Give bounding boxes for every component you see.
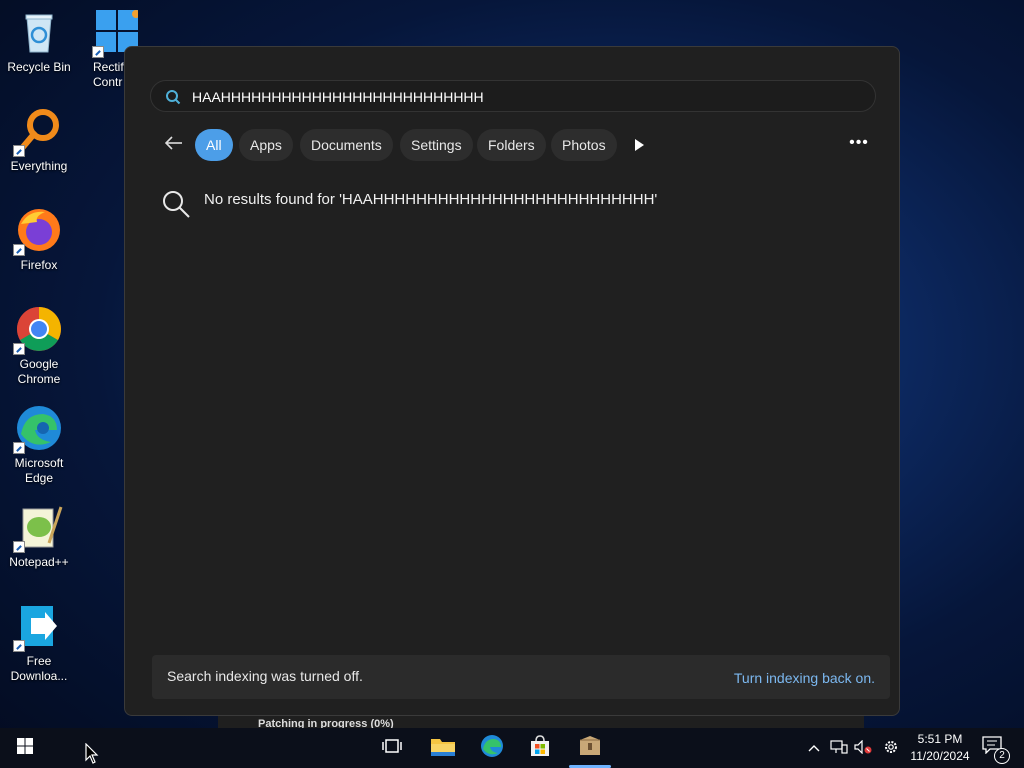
shortcut-arrow-icon [13,244,25,256]
desktop-icon-label: Free Downloa... [10,654,68,683]
firefox-icon [13,206,63,256]
filter-chip-photos[interactable]: Photos [551,129,617,161]
network-button[interactable] [828,728,850,768]
shortcut-arrow-icon [13,640,25,652]
turn-indexing-on-link[interactable]: Turn indexing back on. [734,670,875,686]
mouse-pointer-icon [85,742,99,768]
network-icon [830,739,848,757]
desktop-icon-label: Recycle Bin [7,60,71,74]
file-explorer-icon [430,735,456,762]
notepadpp-icon [13,503,63,553]
filter-chip-all[interactable]: All [195,129,233,161]
edge-taskbar-button[interactable] [475,728,509,768]
filter-chip-apps[interactable]: Apps [239,129,293,161]
background-window-text: Patching in progress (0%) [258,718,394,728]
edge-icon [13,404,63,454]
more-filters-arrow-icon[interactable] [635,139,644,151]
free-download-manager-icon [13,602,63,652]
desktop-icon-free-download-manager[interactable]: Free Downloa... [0,602,78,684]
settings-tray-button[interactable] [880,728,902,768]
package-installer-icon [578,735,602,762]
desktop-icon-firefox[interactable]: Firefox [0,206,78,273]
microsoft-store-icon [529,734,551,762]
filter-chip-documents[interactable]: Documents [300,129,393,161]
no-results-text: No results found for 'HAAHHHHHHHHHHHHHHH… [204,191,658,208]
chevron-up-icon [808,741,820,755]
desktop-icon-edge[interactable]: Microsoft Edge [0,404,78,486]
filter-chip-settings[interactable]: Settings [400,129,473,161]
indexing-message: Search indexing was turned off. [167,668,363,684]
chrome-icon [13,305,63,355]
desktop-icon-label: Everything [10,159,68,173]
desktop-icon-label: Notepad++ [9,555,69,569]
desktop-icon-label: Firefox [20,258,58,272]
file-explorer-button[interactable] [426,728,460,768]
search-box[interactable] [150,80,876,112]
desktop-icon-everything[interactable]: Everything [0,107,78,174]
desktop-icon-notepadpp[interactable]: Notepad++ [0,503,78,570]
gear-icon [883,739,899,758]
desktop-icon-recycle-bin[interactable]: Recycle Bin [0,8,78,75]
shortcut-arrow-icon [13,145,25,157]
package-installer-button[interactable] [572,728,608,768]
start-button[interactable] [8,728,42,768]
more-options-icon[interactable]: ••• [844,129,874,161]
arrow-left-icon [164,135,183,155]
background-window-partial: Patching in progress (0%) [218,716,864,728]
indexing-notice: Search indexing was turned off. Turn ind… [152,655,890,699]
clock-time: 5:51 PM [917,732,963,746]
volume-button[interactable] [852,728,874,768]
notification-count-badge: 2 [994,748,1010,764]
search-input[interactable] [192,85,852,109]
desktop-icon-chrome[interactable]: Google Chrome [0,305,78,387]
clock-date: 11/20/2024 [910,749,970,763]
task-view-button[interactable] [376,728,408,768]
show-hidden-icons-button[interactable] [804,728,824,768]
microsoft-store-button[interactable] [523,728,557,768]
windows-logo-icon [17,737,33,759]
notification-center-button[interactable]: 2 [982,736,1010,764]
search-panel: All Apps Documents Settings Folders Phot… [124,46,900,716]
desktop-icon-label: Microsoft Edge [14,456,64,485]
filter-chip-folders[interactable]: Folders [477,129,546,161]
search-icon [165,89,181,105]
recycle-bin-icon [15,8,63,56]
shortcut-arrow-icon [13,442,25,454]
search-icon [161,189,191,219]
everything-search-icon [13,107,63,157]
shortcut-arrow-icon [13,541,25,553]
desktop: Recycle Bin Rectify Contr Everything Fir… [0,0,138,700]
volume-muted-icon [854,739,872,757]
shortcut-arrow-icon [92,46,104,58]
shortcut-arrow-icon [13,343,25,355]
task-view-icon [382,738,402,759]
edge-icon [480,734,504,763]
back-button[interactable] [159,129,189,161]
desktop-icon-label: Google Chrome [17,357,61,386]
clock[interactable]: 5:51 PM 11/20/2024 [900,731,980,765]
taskbar: 5:51 PM 11/20/2024 2 [0,728,1024,768]
